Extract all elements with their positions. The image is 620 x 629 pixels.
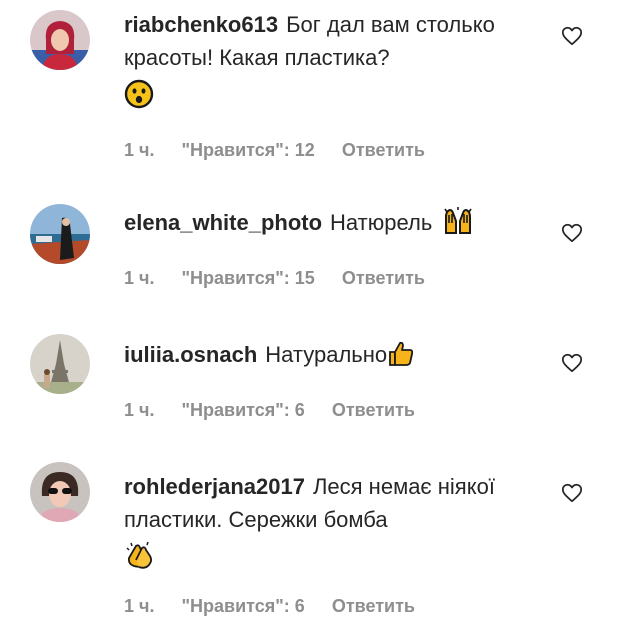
comment-time: 1 ч. — [124, 400, 155, 420]
comment-text: rohlederjana2017 Леся немає ніякої пласти… — [124, 470, 544, 570]
comment-body: Натюрель — [330, 210, 433, 235]
comment-time: 1 ч. — [124, 596, 155, 616]
avatar[interactable] — [30, 334, 90, 394]
comment-text: iuliia.osnach Натурально — [124, 338, 544, 371]
comment-meta: 1 ч. "Нравится": 12 Ответить — [124, 140, 447, 161]
raised-hands-icon — [442, 205, 474, 237]
hushed-face-icon — [124, 79, 154, 109]
comment-text: elena_white_photo Натюрель — [124, 206, 544, 239]
reply-button[interactable]: Ответить — [332, 596, 415, 616]
comment-time: 1 ч. — [124, 268, 155, 288]
comment-meta: 1 ч. "Нравится": 6 Ответить — [124, 400, 437, 421]
like-heart-icon[interactable] — [561, 222, 583, 244]
comment-username[interactable]: iuliia.osnach — [124, 342, 257, 367]
comment-likes[interactable]: "Нравится": 6 — [181, 400, 304, 420]
comment-meta: 1 ч. "Нравится": 6 Ответить — [124, 596, 437, 617]
reply-button[interactable]: Ответить — [342, 140, 425, 160]
avatar[interactable] — [30, 10, 90, 70]
like-heart-icon[interactable] — [561, 482, 583, 504]
comment-text: riabchenko613 Бог дал вам столько красоты… — [124, 8, 544, 109]
thumbs-up-icon — [387, 339, 415, 367]
reply-button[interactable]: Ответить — [342, 268, 425, 288]
like-heart-icon[interactable] — [561, 352, 583, 374]
comment-username[interactable]: riabchenko613 — [124, 12, 278, 37]
comment-username[interactable]: rohlederjana2017 — [124, 474, 305, 499]
comment-likes[interactable]: "Нравится": 6 — [181, 596, 304, 616]
clapping-hands-icon — [124, 540, 154, 570]
comment-meta: 1 ч. "Нравится": 15 Ответить — [124, 268, 447, 289]
comment-likes[interactable]: "Нравится": 12 — [181, 140, 314, 160]
comment-time: 1 ч. — [124, 140, 155, 160]
comment-likes[interactable]: "Нравится": 15 — [181, 268, 314, 288]
avatar[interactable] — [30, 462, 90, 522]
reply-button[interactable]: Ответить — [332, 400, 415, 420]
comment-body: Натурально — [265, 342, 388, 367]
comment-username[interactable]: elena_white_photo — [124, 210, 322, 235]
avatar[interactable] — [30, 204, 90, 264]
like-heart-icon[interactable] — [561, 25, 583, 47]
